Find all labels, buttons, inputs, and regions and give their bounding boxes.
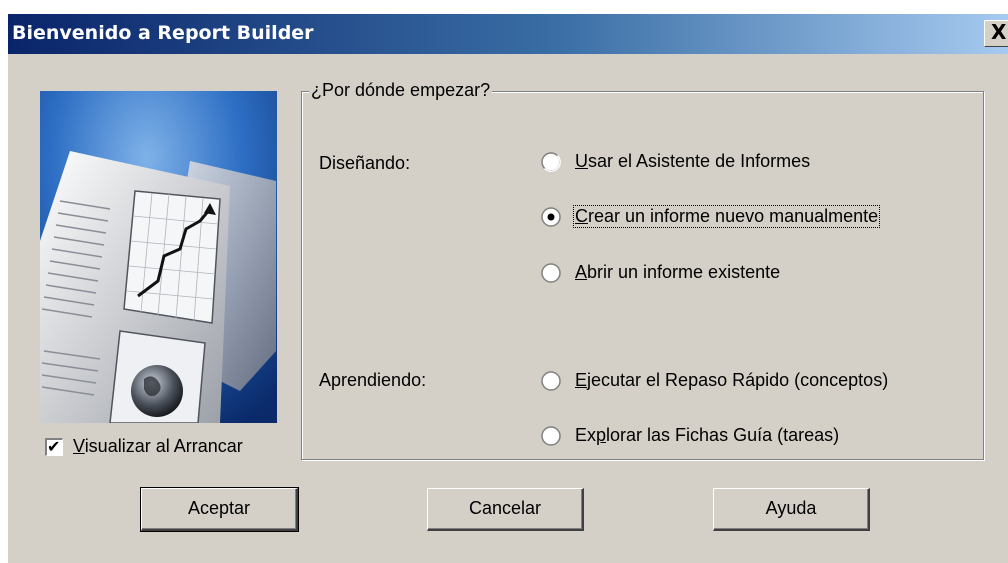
radio-button-icon[interactable] bbox=[541, 371, 561, 391]
radio-label[interactable]: Explorar las Fichas Guía (tareas) bbox=[574, 425, 840, 446]
radio-button-icon[interactable] bbox=[541, 152, 561, 172]
accel-key: V bbox=[73, 436, 85, 456]
radio-label[interactable]: Abrir un informe existente bbox=[574, 262, 781, 283]
group-legend: ¿Por dónde empezar? bbox=[309, 80, 493, 101]
close-icon: X bbox=[991, 20, 1007, 44]
radio-button-selected-icon[interactable] bbox=[541, 207, 561, 227]
show-at-startup-checkbox[interactable]: ✔ bbox=[45, 437, 63, 456]
label-text: isualizar al Arrancar bbox=[84, 436, 243, 456]
radio-label[interactable]: Ejecutar el Repaso Rápido (conceptos) bbox=[574, 370, 889, 391]
designing-label: Diseñando: bbox=[319, 153, 411, 173]
radio-button-icon[interactable] bbox=[541, 426, 561, 446]
radio-button-icon[interactable] bbox=[541, 263, 561, 283]
close-button[interactable]: X bbox=[984, 20, 1008, 47]
radio-label[interactable]: Usar el Asistente de Informes bbox=[574, 151, 811, 172]
title-bar: Bienvenido a Report Builder X bbox=[8, 14, 1008, 54]
learning-label: Aprendiendo: bbox=[319, 370, 427, 390]
checkmark-icon: ✔ bbox=[47, 437, 61, 456]
cancel-button[interactable]: Cancelar bbox=[427, 488, 584, 531]
ok-button[interactable]: Aceptar bbox=[140, 487, 299, 532]
radio-label[interactable]: Crear un informe nuevo manualmente bbox=[572, 205, 881, 228]
report-illustration bbox=[40, 91, 277, 423]
window-title: Bienvenido a Report Builder bbox=[12, 22, 314, 44]
help-button[interactable]: Ayuda bbox=[713, 488, 870, 531]
show-at-startup-label[interactable]: Visualizar al Arrancar bbox=[73, 436, 243, 457]
